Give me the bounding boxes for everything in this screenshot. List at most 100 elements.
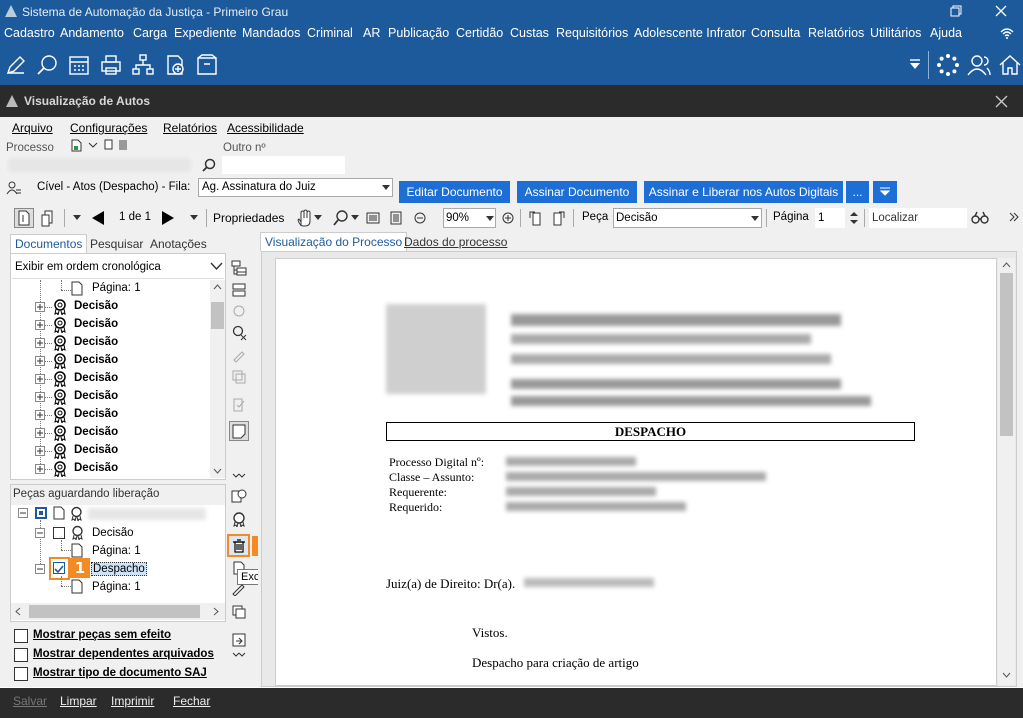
fila-select[interactable]: Ag. Assinatura do Juiz [198,178,393,197]
menu-configuracoes[interactable]: Configurações [70,121,147,135]
zoom-icon[interactable] [333,210,349,226]
zoom-out-icon[interactable] [414,212,426,224]
fechar-button[interactable]: Fechar [173,694,210,708]
search-doc-icon[interactable] [36,53,60,77]
peca-select[interactable]: Decisão [613,208,762,228]
dependentes-checkbox[interactable] [14,648,28,662]
calendar-icon[interactable] [67,53,91,77]
chevron-down-icon[interactable] [351,215,359,221]
tab-anotacoes[interactable]: Anotações [146,235,211,253]
menu-utilitarios[interactable]: Utilitários [870,26,921,40]
add-document-icon[interactable] [163,53,187,77]
menu-cadastro[interactable]: Cadastro [4,26,55,40]
localizar-input[interactable]: Localizar [869,208,967,228]
collapse-icon[interactable] [18,508,28,518]
chevron-down-icon[interactable] [314,215,322,221]
overflow-icon[interactable] [1009,212,1019,224]
pagina-input[interactable]: 1 [815,208,845,228]
scroll-thumb[interactable] [29,605,200,618]
tree-item-decisao[interactable]: Decisão [74,462,118,474]
menu-consulta[interactable]: Consulta [751,26,800,40]
tree-expand-icon[interactable] [231,260,247,276]
fit-width-icon[interactable] [366,211,380,225]
expand-icon[interactable] [35,338,45,348]
excluir-button[interactable] [227,534,250,557]
tipo-saj-checkbox[interactable] [14,667,28,681]
spinner-icon[interactable] [849,209,859,227]
printer-icon[interactable] [99,53,123,77]
home-icon[interactable] [998,53,1022,77]
expand-icon[interactable] [35,410,45,420]
search-icon[interactable] [202,158,216,172]
menu-ajuda[interactable]: Ajuda [930,26,962,40]
tree-item-decisao[interactable]: Decisão [74,300,118,312]
tree-item-decisao[interactable]: Decisão [74,426,118,438]
menu-expediente[interactable]: Expediente [174,26,237,40]
select-mode-button[interactable] [14,208,34,228]
zoom-select[interactable]: 90% [443,208,496,228]
expand-icon[interactable] [35,320,45,330]
tab-pesquisar[interactable]: Pesquisar [86,235,147,253]
chevron-down-icon[interactable] [88,142,98,149]
archive-icon[interactable] [195,53,219,77]
tree-item-decisao[interactable]: Decisão [74,336,118,348]
menu-mandados[interactable]: Mandados [242,26,300,40]
order-select[interactable]: Exibir em ordem cronológica [10,257,226,277]
sign-off-icon[interactable] [231,582,247,596]
menu-carga[interactable]: Carga [133,26,167,40]
next-page-icon[interactable] [160,210,176,226]
tree-page-item[interactable]: Página: 1 [92,282,141,294]
document-pages-icon[interactable] [40,209,56,227]
close-icon[interactable] [995,5,1007,17]
menu-relatorios[interactable]: Relatórios [808,26,864,40]
salvar-button[interactable]: Salvar [13,694,47,708]
copy-icon[interactable] [231,604,247,620]
menu-arquivo[interactable]: Arquivo [12,121,53,135]
restore-icon[interactable] [950,5,962,17]
pending-h-scrollbar[interactable] [11,603,225,620]
outro-numero-input[interactable] [222,156,345,174]
scroll-thumb[interactable] [1000,273,1013,436]
rotate-right-icon[interactable] [550,209,566,227]
dropdown-button[interactable] [873,181,897,203]
close-icon[interactable] [995,95,1008,108]
list-icon[interactable] [231,282,247,298]
expand-arrows-icon[interactable] [232,652,246,660]
despacho-checkbox[interactable] [53,562,65,574]
expand-arrows-icon[interactable] [232,473,246,481]
previous-page-icon[interactable] [90,210,106,226]
export-icon[interactable] [231,632,247,648]
menu-custas[interactable]: Custas [510,26,549,40]
pending-despacho[interactable]: Despacho [91,562,147,576]
menu-criminal[interactable]: Criminal [307,26,353,40]
annotation-button[interactable] [229,421,249,441]
certificate-delete-icon[interactable] [231,325,247,341]
expand-icon[interactable] [35,428,45,438]
expand-icon[interactable] [35,374,45,384]
editar-documento-button[interactable]: Editar Documento [399,181,510,203]
viewer-scrollbar[interactable] [998,258,1015,685]
menu-ar[interactable]: AR [363,26,380,40]
sem-efeito-label[interactable]: Mostrar peças sem efeito [33,629,171,641]
chevron-down-icon[interactable] [190,215,198,221]
imprimir-button[interactable]: Imprimir [111,694,154,708]
decisao-checkbox[interactable] [53,527,65,539]
tab-dados-processo[interactable]: Dados do processo [400,233,511,251]
processo-input[interactable] [6,156,193,174]
more-button[interactable]: ... [846,181,869,203]
menu-requisitorios[interactable]: Requisitórios [556,26,628,40]
users-icon[interactable] [967,53,991,77]
collapse-icon[interactable] [35,564,45,574]
tree-item-decisao[interactable]: Decisão [74,408,118,420]
tab-documentos[interactable]: Documentos [10,234,88,253]
expand-icon[interactable] [35,356,45,366]
tree-scrollbar[interactable] [210,280,225,478]
root-checkbox[interactable] [35,507,47,519]
menu-acessibilidade[interactable]: Acessibilidade [227,121,304,135]
collapse-icon[interactable] [35,528,45,538]
note-icon[interactable] [104,139,114,151]
tree-item-decisao[interactable]: Decisão [74,390,118,402]
menu-certidao[interactable]: Certidão [456,26,503,40]
hierarchy-icon[interactable] [131,53,155,77]
rotate-left-icon[interactable] [528,209,544,227]
